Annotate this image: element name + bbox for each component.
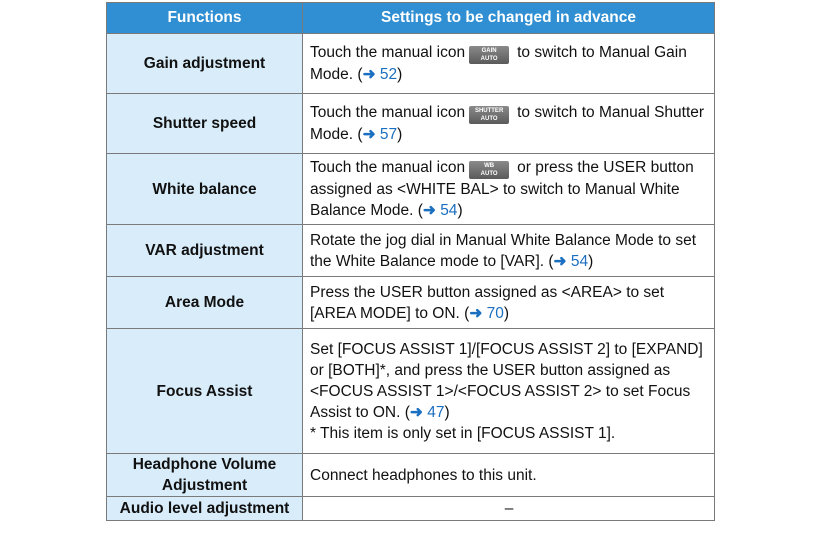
table-row: VAR adjustment Rotate the jog dial in Ma… <box>106 224 715 277</box>
page-link-57[interactable]: ➜ 57 <box>363 126 398 143</box>
arrow-icon: ➜ <box>362 66 376 83</box>
function-cell: Audio level adjustment <box>106 496 303 521</box>
page-link-52[interactable]: ➜ 52 <box>363 66 398 83</box>
function-cell: Focus Assist <box>106 328 303 454</box>
page-link-47[interactable]: ➜ 47 <box>410 404 445 421</box>
table-row: Shutter speed Touch the manual icon SHUTT… <box>106 93 715 154</box>
arrow-icon: ➜ <box>409 403 423 421</box>
header-settings: Settings to be changed in advance <box>302 2 715 34</box>
table-row: White balance Touch the manual icon WB AUT… <box>106 153 715 225</box>
page-link-54[interactable]: ➜ 54 <box>554 253 589 270</box>
gain-auto-icon: GAIN AUTO <box>469 46 510 64</box>
arrow-icon: ➜ <box>362 126 376 143</box>
table-row: Gain adjustment Touch the manual icon GAI… <box>106 33 715 94</box>
function-cell: Area Mode <box>106 276 303 329</box>
wb-auto-icon: WB AUTO <box>469 161 510 179</box>
function-cell: VAR adjustment <box>106 224 303 277</box>
table-row: Focus Assist Set [FOCUS ASSIST 1]/[FOCUS… <box>106 328 715 454</box>
settings-cell: Set [FOCUS ASSIST 1]/[FOCUS ASSIST 2] to… <box>302 328 715 454</box>
settings-cell: Touch the manual icon WB AUTO or press the … <box>302 153 715 225</box>
header-functions: Functions <box>106 2 303 34</box>
settings-text: Set [FOCUS ASSIST 1]/[FOCUS ASSIST 2] to… <box>310 340 703 421</box>
function-cell: Headphone Volume Adjustment <box>106 453 303 497</box>
settings-cell: – <box>302 496 715 521</box>
settings-cell: Touch the manual icon SHUTTER AUTO to switc… <box>302 93 715 154</box>
settings-text: Touch the manual icon <box>310 44 466 61</box>
arrow-icon: ➜ <box>553 252 567 270</box>
page-link-70[interactable]: ➜ 70 <box>469 305 504 322</box>
settings-text: Rotate the jog dial in Manual White Bala… <box>310 231 697 270</box>
table-row: Audio level adjustment – <box>106 496 715 521</box>
arrow-icon: ➜ <box>469 304 483 322</box>
function-cell: Gain adjustment <box>106 33 303 94</box>
table-row: Area Mode Press the USER button assigned… <box>106 276 715 329</box>
settings-cell: Connect headphones to this unit. <box>302 453 715 497</box>
settings-cell: Touch the manual icon GAIN AUTO to switch t… <box>302 33 715 94</box>
settings-table: Functions Settings to be changed in adva… <box>106 2 715 521</box>
settings-text: Touch the manual icon <box>310 159 466 176</box>
settings-cell: Rotate the jog dial in Manual White Bala… <box>302 224 715 277</box>
function-cell: White balance <box>106 153 303 225</box>
arrow-icon: ➜ <box>422 202 436 219</box>
settings-text: Touch the manual icon <box>310 104 466 121</box>
shutter-auto-icon: SHUTTER AUTO <box>469 106 510 124</box>
page-link-54[interactable]: ➜ 54 <box>423 202 458 219</box>
table-header-row: Functions Settings to be changed in adva… <box>106 2 715 34</box>
settings-cell: Press the USER button assigned as <AREA>… <box>302 276 715 329</box>
function-cell: Shutter speed <box>106 93 303 154</box>
table-row: Headphone Volume Adjustment Connect head… <box>106 453 715 497</box>
footnote: * This item is only set in [FOCUS ASSIST… <box>310 424 616 442</box>
